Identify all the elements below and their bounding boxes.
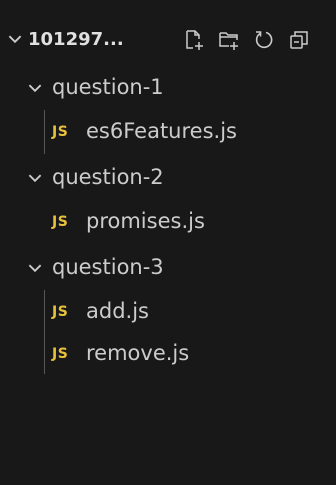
file-label: remove.js bbox=[86, 341, 190, 365]
file-es6features-js[interactable]: JS es6Features.js bbox=[0, 112, 336, 152]
collapse-all-icon bbox=[290, 31, 308, 49]
chevron-down-icon bbox=[28, 84, 42, 93]
folder-label: question-3 bbox=[52, 255, 164, 279]
new-folder-icon bbox=[219, 32, 238, 50]
file-promises-js[interactable]: JS promises.js bbox=[0, 202, 336, 242]
folder-question-3[interactable]: question-3 bbox=[0, 248, 336, 288]
chevron-down-icon bbox=[28, 264, 42, 273]
file-remove-js[interactable]: JS remove.js bbox=[0, 334, 336, 374]
new-folder-button[interactable] bbox=[215, 26, 243, 54]
file-label: promises.js bbox=[86, 209, 205, 233]
collapse-all-button[interactable] bbox=[285, 26, 313, 54]
javascript-file-icon: JS bbox=[52, 346, 69, 362]
javascript-file-icon: JS bbox=[52, 214, 69, 230]
folder-question-1[interactable]: question-1 bbox=[0, 68, 336, 108]
explorer-root-header[interactable]: 101297... bbox=[0, 22, 336, 62]
refresh-icon bbox=[255, 31, 273, 48]
new-file-button[interactable] bbox=[180, 26, 208, 54]
file-explorer: 101297... question-1 JS es6Features.js q… bbox=[0, 0, 336, 485]
javascript-file-icon: JS bbox=[52, 304, 69, 320]
new-file-icon bbox=[186, 30, 203, 50]
file-add-js[interactable]: JS add.js bbox=[0, 292, 336, 332]
javascript-file-icon: JS bbox=[52, 124, 69, 140]
folder-label: question-2 bbox=[52, 165, 164, 189]
explorer-root-label: 101297... bbox=[28, 29, 124, 50]
chevron-down-icon[interactable] bbox=[6, 30, 24, 48]
file-label: add.js bbox=[86, 299, 149, 323]
file-label: es6Features.js bbox=[86, 119, 237, 143]
chevron-down-icon bbox=[28, 174, 42, 183]
folder-question-2[interactable]: question-2 bbox=[0, 158, 336, 198]
explorer-actions bbox=[180, 26, 320, 54]
refresh-button[interactable] bbox=[250, 26, 278, 54]
folder-label: question-1 bbox=[52, 75, 164, 99]
